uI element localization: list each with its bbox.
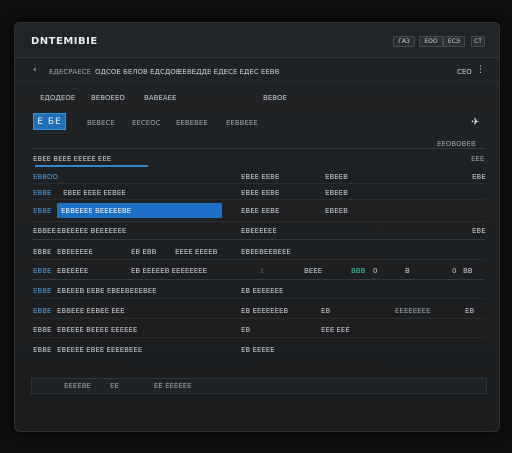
row-9-col4: ЕЕЕ ЕЕЕ bbox=[321, 326, 350, 334]
selected-row-name[interactable]: ЕВВЕЕЕЕ ВЕЕЕЕЕВЕ bbox=[57, 203, 222, 218]
nav-divider bbox=[15, 81, 499, 82]
row-6-num5: 0 bbox=[452, 267, 457, 275]
row-5-name: ЕВЕЕЕЕЕЕ bbox=[57, 248, 93, 256]
toolbar-right-label[interactable]: ЕЕОВОВЕВ bbox=[437, 140, 476, 148]
row-8-col4: ЕВ bbox=[321, 307, 331, 315]
row-2-col3: ЕВЕЕ ЕЕВЕ bbox=[241, 189, 280, 197]
status-item-3: ЕЕ ЕЕЕЕЕЕ bbox=[154, 382, 192, 390]
row-divider bbox=[31, 239, 485, 240]
row-6-num4: В bbox=[405, 267, 410, 275]
row-3-col4: ЕВЕЕВ bbox=[325, 207, 348, 215]
more-vertical-icon[interactable]: ⋮ bbox=[476, 65, 485, 75]
row-10-id[interactable]: ЕВВЕ bbox=[33, 346, 51, 354]
row-7-name: ЕВЕЕЕВ ЕЕВЕ ЕВЕЕВЕЕЕВЕЕ bbox=[57, 287, 157, 295]
row-9-id[interactable]: ЕВВЕ bbox=[33, 326, 51, 334]
row-2-id[interactable]: ЕВВЕ bbox=[33, 189, 51, 197]
status-bar: ЕЕЕЕВЕ ЕЕ ЕЕ ЕЕЕЕЕЕ bbox=[31, 378, 487, 394]
app-window: DNTEMIBIE ГАЗ ЕОО ЕСЭ СТ ‹ ЕДЕСРАЕСЕ ОДС… bbox=[14, 22, 500, 432]
breadcrumb-2[interactable]: ОДСОЕ БЕЛОВ ЕДСДОЕ bbox=[95, 68, 180, 76]
row-4-col6: ЕВЕ bbox=[472, 227, 486, 235]
pin-icon[interactable]: ✈ bbox=[471, 117, 479, 128]
row-6-num3: 0 bbox=[373, 267, 378, 275]
row-6-num6: ВВ bbox=[463, 267, 473, 275]
titlebar-button-2[interactable]: ЕОО bbox=[419, 36, 443, 47]
section-header: ЕВЕЕ ВЕЕЕ ЕЕЕЕЕ ЕЕЕ bbox=[33, 155, 112, 163]
row-7-col3: ЕВ ЕЕЕЕЕЕЕ bbox=[241, 287, 284, 295]
row-1-col4: ЕВЕЕВ bbox=[325, 173, 348, 181]
row-4-id[interactable]: ЕВВЕЕ bbox=[33, 227, 56, 235]
row-5-col2: ЕВ ЕВВ bbox=[131, 248, 157, 256]
row-4-name: ЕВЕЕЕЕЕ ВЕЕЕЕЕЕЕ bbox=[57, 227, 127, 235]
row-1-id[interactable]: ЕВВОО bbox=[33, 173, 58, 181]
row-6-num2: ВВВ bbox=[351, 267, 366, 275]
breadcrumb-3[interactable]: ЕЕВЕДДЕ ЕДЕСЕ ЕДЕС ЕЕВВ bbox=[178, 68, 279, 76]
row-8-col5: ЕЕЕЕЕЕЕЕ bbox=[395, 307, 431, 315]
row-3-col3: ЕВЕЕ ЕЕВЕ bbox=[241, 207, 280, 215]
breadcrumb-1[interactable]: ЕДЕСРАЕСЕ bbox=[49, 68, 91, 76]
status-item-2: ЕЕ bbox=[110, 382, 119, 390]
row-10-name: ЕВЕЕЕЕ ЕВЕЕ ЕЕЕЕВЕЕЕ bbox=[57, 346, 143, 354]
row-divider bbox=[31, 318, 485, 319]
titlebar-button-1[interactable]: ГАЗ bbox=[393, 36, 415, 47]
row-5-col2b: ЕЕЕЕ ЕЕЕЕВ bbox=[175, 248, 218, 256]
row-6-col2: ЕВ ЕЕЕЕЕВ ЕЕЕЕЕЕЕЕ bbox=[131, 267, 207, 275]
subtab-2[interactable]: ВЕВЕСЕ bbox=[87, 119, 115, 127]
row-1-col6: ЕВЕ bbox=[472, 173, 486, 181]
row-5-id[interactable]: ЕВВЕ bbox=[33, 248, 51, 256]
row-6-name: ЕВЕЕЕЕЕ bbox=[57, 267, 89, 275]
subtab-4[interactable]: ЕЕВЕВЕЕ bbox=[176, 119, 208, 127]
row-8-name: ЕВВЕЕЕ ЕЕВЕЕ ЕЕЕ bbox=[57, 307, 125, 315]
row-10-col3: ЕВ ЕЕЕЕЕ bbox=[241, 346, 275, 354]
row-8-col3: ЕВ ЕЕЕЕЕЕЕВ bbox=[241, 307, 289, 315]
row-divider bbox=[31, 221, 485, 222]
back-chevron-icon[interactable]: ‹ bbox=[33, 65, 37, 75]
nav-right-label[interactable]: СЕО bbox=[457, 68, 472, 76]
row-divider bbox=[31, 298, 485, 299]
titlebar-button-3[interactable]: ЕСЭ bbox=[443, 36, 465, 47]
row-7-id[interactable]: ЕВВЕ bbox=[33, 287, 51, 295]
row-5-col3: ЕВЕЕВЕЕВЕЕЕ bbox=[241, 248, 291, 256]
row-3-id[interactable]: ЕВВЕ bbox=[33, 207, 51, 215]
row-8-col6: ЕВ bbox=[465, 307, 475, 315]
row-9-col3: ЕВ bbox=[241, 326, 251, 334]
subtab-5[interactable]: ЕЕВВЕЕЕ bbox=[226, 119, 258, 127]
section-header-underline bbox=[35, 165, 148, 167]
tab-3[interactable]: ВАВЕАЕЕ bbox=[144, 94, 176, 102]
tab-2[interactable]: ВЕВОЕЕО bbox=[91, 94, 125, 102]
subtab-active[interactable]: Е БЕ bbox=[33, 113, 66, 130]
status-item-1: ЕЕЕЕВЕ bbox=[64, 382, 91, 390]
row-4-col3: ЕВЕЕЕЕЕЕ bbox=[241, 227, 277, 235]
row-2-name: ЕВЕЕ ЕЕЕЕ ЕЕВЕЕ bbox=[63, 189, 126, 197]
row-divider bbox=[31, 337, 485, 338]
window-title: DNTEMIBIE bbox=[31, 36, 98, 47]
row-6-marker: ⁞ bbox=[261, 267, 264, 275]
row-divider bbox=[31, 183, 485, 184]
toolbar-divider bbox=[31, 148, 485, 149]
row-2-col4: ЕВЕЕВ bbox=[325, 189, 348, 197]
row-divider bbox=[31, 259, 485, 260]
row-9-name: ЕВЕЕЕЕ ВЕЕЕЕ ЕЕЕЕЕЕ bbox=[57, 326, 138, 334]
row-6-id[interactable]: ЕВВЕ bbox=[33, 267, 51, 275]
row-6-num1: ВЕЕЕ bbox=[304, 267, 323, 275]
tab-4[interactable]: ВЕВОЕ bbox=[263, 94, 287, 102]
row-8-id[interactable]: ЕВВЕ bbox=[33, 307, 51, 315]
row-divider bbox=[31, 199, 485, 200]
row-divider bbox=[31, 279, 485, 280]
toolbar-sub-label: ЕЕЕ bbox=[471, 155, 485, 163]
row-1-col3: ЕВЕЕ ЕЕВЕ bbox=[241, 173, 280, 181]
subtab-3[interactable]: ЕЕСЕОС bbox=[132, 119, 161, 127]
tab-1[interactable]: ЕДОДЕОЕ bbox=[40, 94, 75, 102]
titlebar-divider bbox=[15, 57, 499, 58]
titlebar-button-4[interactable]: СТ bbox=[471, 36, 485, 47]
